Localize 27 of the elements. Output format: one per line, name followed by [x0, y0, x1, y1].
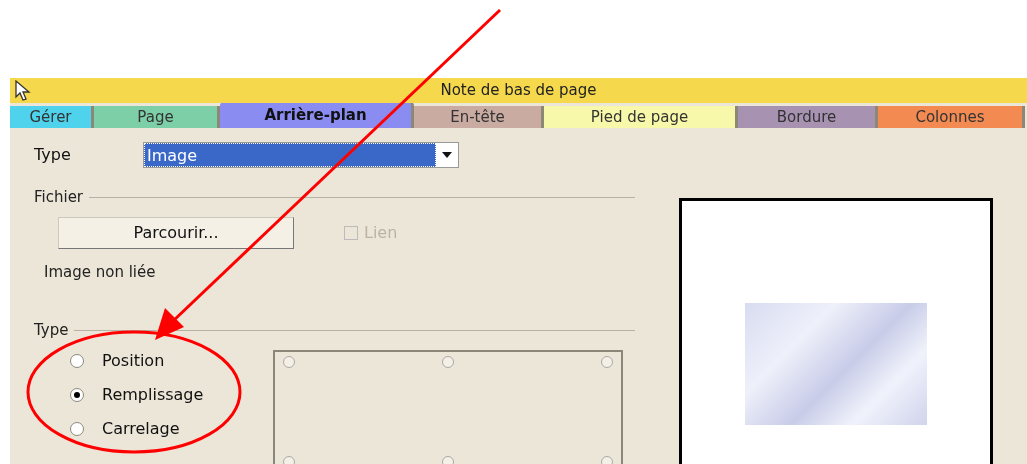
position-radio[interactable]	[442, 355, 454, 368]
radio-label: Carrelage	[102, 417, 180, 440]
tab[interactable]: Colonnes	[878, 106, 1025, 128]
group-title: Type	[34, 320, 69, 341]
tab[interactable]: Gérer	[10, 106, 94, 128]
radio-label: Position	[102, 349, 165, 372]
position-radio[interactable]	[601, 455, 613, 464]
type-label: Type	[34, 144, 72, 166]
tab[interactable]: Bordure	[738, 106, 878, 128]
group-title: Fichier	[34, 187, 84, 208]
tab[interactable]: Page	[94, 106, 220, 128]
radio-label: Remplissage	[102, 383, 204, 406]
browse-button[interactable]: Parcourir...	[58, 216, 294, 249]
tab[interactable]: En-tête	[414, 106, 544, 128]
position-radio[interactable]	[283, 455, 295, 464]
position-radio[interactable]	[283, 355, 295, 368]
file-status: Image non liée	[44, 261, 157, 283]
tab[interactable]: Arrière-plan	[220, 102, 414, 128]
type-dropdown[interactable]: Image	[143, 142, 459, 168]
position-radio[interactable]	[601, 355, 613, 368]
caret-down-icon	[442, 152, 452, 158]
radio-button[interactable]	[70, 421, 84, 436]
tab[interactable]: Pied de page	[544, 106, 738, 128]
radio-button[interactable]	[70, 353, 84, 368]
position-radio[interactable]	[442, 455, 454, 464]
dialog-title: Note de bas de page	[440, 80, 597, 102]
radio-button[interactable]	[70, 387, 84, 402]
